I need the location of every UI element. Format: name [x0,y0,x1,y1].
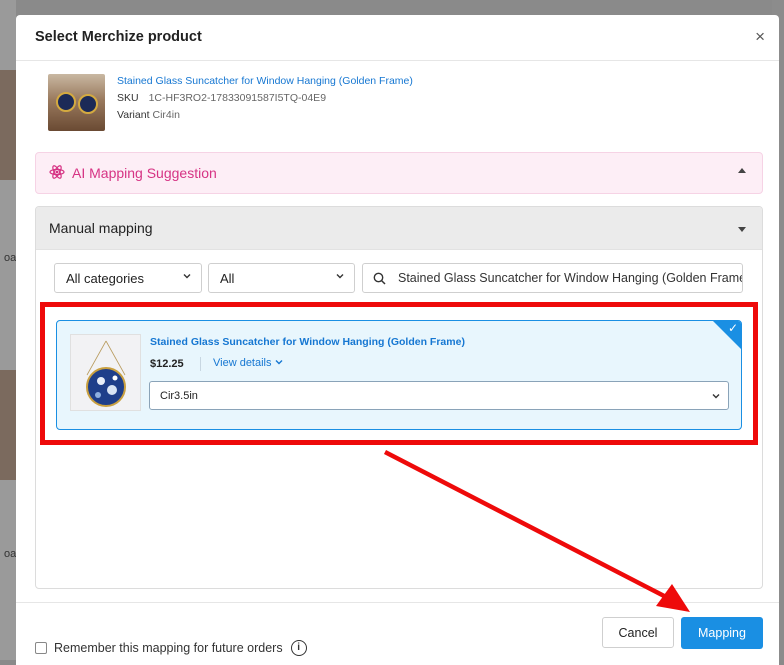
divider [200,357,201,371]
search-icon [373,272,386,285]
variant-row: Variant Cir4in [117,109,180,121]
category-select[interactable]: All categories [54,263,202,293]
dialog-title: Select Merchize product [35,29,202,45]
view-details-label: View details [213,357,272,369]
variant-select[interactable]: Cir3.5in [149,381,729,410]
sku-label: SKU [117,92,139,104]
manual-mapping-title: Manual mapping [49,220,153,236]
view-details-link[interactable]: View details [213,357,283,369]
search-input[interactable]: Stained Glass Suncatcher for Window Hang… [362,263,743,293]
dialog-header: Select Merchize product × [16,15,779,61]
source-product-name[interactable]: Stained Glass Suncatcher for Window Hang… [117,75,413,87]
remember-label: Remember this mapping for future orders [54,641,283,655]
manual-mapping-header[interactable]: Manual mapping [36,207,762,250]
variant-label: Variant [117,109,150,121]
select-product-dialog: Select Merchize product × Stained Glass … [16,15,779,665]
search-input-value: Stained Glass Suncatcher for Window Hang… [398,271,743,285]
type-select-value: All [220,271,235,286]
background-thumbnail [0,70,16,180]
category-select-value: All categories [66,271,145,286]
close-icon[interactable]: × [755,27,765,47]
variant-select-value: Cir3.5in [160,390,198,402]
chevron-down-icon [712,394,720,399]
manual-mapping-panel: Manual mapping All categories All Staine… [35,206,763,589]
chevron-down-icon [275,360,283,365]
chevron-down-icon [336,274,344,279]
ai-mapping-title: AI Mapping Suggestion [72,165,217,181]
sku-value: 1C-HF3RO2-17833091587I5TQ-04E9 [148,92,327,104]
remember-mapping[interactable]: Remember this mapping for future orders … [35,640,307,656]
ai-mapping-panel[interactable]: AI Mapping Suggestion [35,152,763,194]
result-product-name[interactable]: Stained Glass Suncatcher for Window Hang… [150,336,465,348]
chevron-down-icon [183,274,191,279]
result-product-image [70,334,141,411]
info-icon[interactable]: i [290,640,307,656]
chevron-up-icon[interactable] [738,168,746,173]
atom-icon [49,165,65,179]
background-thumbnail [0,370,16,480]
cancel-button[interactable]: Cancel [602,617,674,648]
source-product: Stained Glass Suncatcher for Window Hang… [48,74,748,132]
product-result-card[interactable]: ✓ Stained Glass Suncatcher for Window Ha… [56,320,742,430]
dialog-footer: Remember this mapping for future orders … [16,602,779,665]
sku-row: SKU 1C-HF3RO2-17833091587I5TQ-04E9 [117,92,326,104]
remember-checkbox[interactable] [35,642,47,654]
check-icon: ✓ [727,321,738,335]
variant-value: Cir4in [152,109,180,121]
source-product-image [48,74,105,131]
mapping-button[interactable]: Mapping [681,617,763,649]
result-price: $12.25 [150,358,184,370]
type-select[interactable]: All [208,263,355,293]
chevron-down-icon[interactable] [738,227,746,232]
